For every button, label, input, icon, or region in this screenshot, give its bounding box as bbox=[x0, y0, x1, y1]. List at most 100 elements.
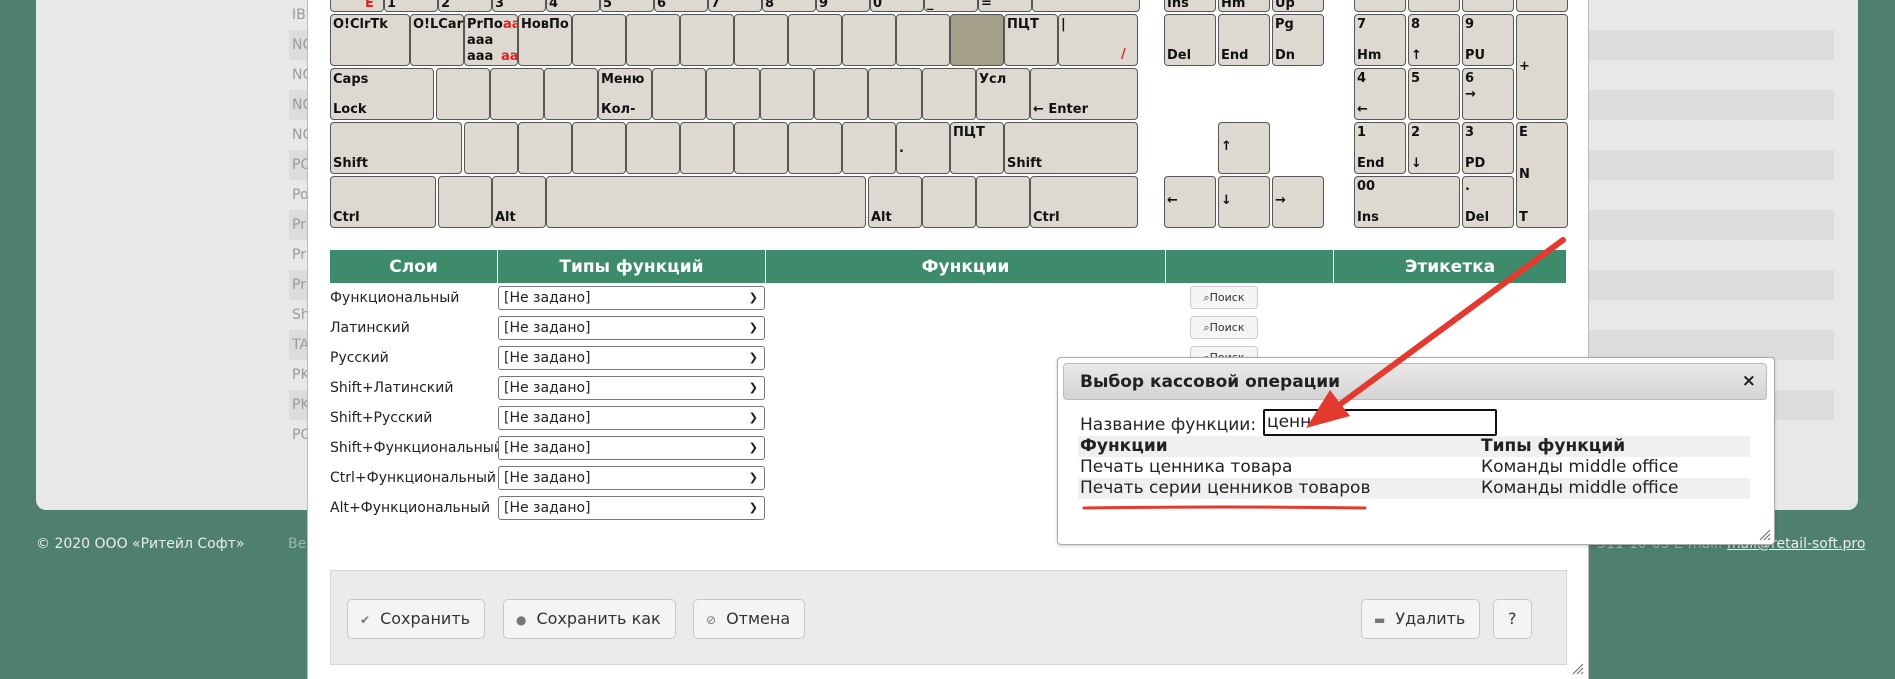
key-num-enter[interactable]: E N T bbox=[1516, 122, 1568, 228]
key-num2[interactable]: 2 ↓ bbox=[1408, 122, 1460, 174]
key-pct[interactable]: ПЦТ bbox=[1004, 14, 1058, 66]
save-button[interactable]: ✔ Сохранить bbox=[347, 599, 486, 639]
key-alt-left[interactable]: Alt bbox=[492, 176, 546, 228]
key[interactable]: 0 bbox=[870, 0, 924, 12]
key-num4[interactable]: 4 ← bbox=[1354, 68, 1406, 120]
key-backslash[interactable]: | / bbox=[1058, 14, 1138, 66]
key[interactable] bbox=[680, 122, 734, 174]
key[interactable] bbox=[572, 14, 626, 66]
function-type-select[interactable]: [Не задано] ❯ bbox=[498, 496, 765, 520]
help-button[interactable]: ? bbox=[1493, 599, 1532, 639]
key[interactable] bbox=[868, 68, 922, 120]
key[interactable] bbox=[572, 122, 626, 174]
key-ins[interactable]: Ins bbox=[1164, 0, 1216, 12]
key[interactable]: = bbox=[978, 0, 1032, 12]
key[interactable] bbox=[464, 122, 518, 174]
key[interactable] bbox=[1516, 0, 1568, 12]
key[interactable] bbox=[760, 68, 814, 120]
save-as-button[interactable]: ● Сохранить как bbox=[503, 599, 676, 639]
key-lcar[interactable]: O!LCar bbox=[410, 14, 464, 66]
key[interactable] bbox=[976, 176, 1030, 228]
key-pgup[interactable]: Up bbox=[1272, 0, 1324, 12]
key-selected[interactable] bbox=[950, 14, 1004, 66]
cancel-button[interactable]: ⊘ Отмена bbox=[693, 599, 806, 639]
key-arrow-down[interactable]: ↓ bbox=[1218, 176, 1270, 228]
key-arrow-up[interactable]: ↑ bbox=[1218, 122, 1270, 174]
key[interactable] bbox=[652, 68, 706, 120]
key[interactable] bbox=[626, 122, 680, 174]
key-ctrl-left[interactable]: Ctrl bbox=[330, 176, 436, 228]
key[interactable]: 8 bbox=[762, 0, 816, 12]
key-ctrl-right[interactable]: Ctrl bbox=[1030, 176, 1138, 228]
key[interactable]: 5 bbox=[600, 0, 654, 12]
close-icon[interactable]: × bbox=[1742, 371, 1756, 391]
key[interactable]: 3 bbox=[492, 0, 546, 12]
key[interactable] bbox=[1462, 0, 1514, 12]
key[interactable] bbox=[626, 14, 680, 66]
key-period[interactable]: . bbox=[896, 122, 950, 174]
key-num3[interactable]: 3 PD bbox=[1462, 122, 1514, 174]
key-shift-left[interactable]: Shift bbox=[330, 122, 462, 174]
key[interactable] bbox=[814, 68, 868, 120]
key-arrow-right[interactable]: → bbox=[1272, 176, 1324, 228]
key-num8[interactable]: 8 ↑ bbox=[1408, 14, 1460, 66]
key[interactable] bbox=[788, 14, 842, 66]
key[interactable] bbox=[734, 14, 788, 66]
key[interactable] bbox=[922, 68, 976, 120]
key-num5[interactable]: 5 bbox=[1408, 68, 1460, 120]
function-type-select[interactable]: [Не задано] ❯ bbox=[498, 376, 765, 400]
key-pgdn[interactable]: Pg Dn bbox=[1272, 14, 1324, 66]
key[interactable] bbox=[438, 176, 492, 228]
key-num6[interactable]: 6 → bbox=[1462, 68, 1514, 120]
key[interactable]: 2 bbox=[438, 0, 492, 12]
key-enter[interactable]: ← Enter bbox=[1030, 68, 1138, 120]
key[interactable]: 7 bbox=[708, 0, 762, 12]
function-type-select[interactable]: [Не задано] ❯ bbox=[498, 286, 765, 310]
key[interactable] bbox=[734, 122, 788, 174]
key[interactable] bbox=[896, 14, 950, 66]
search-button[interactable]: ⌕Поиск bbox=[1190, 286, 1258, 309]
key-arrow-left[interactable]: ← bbox=[1164, 176, 1216, 228]
key-space[interactable] bbox=[546, 176, 866, 228]
key[interactable] bbox=[490, 68, 544, 120]
function-type-select[interactable]: [Не задано] ❯ bbox=[498, 346, 765, 370]
table-row[interactable]: Печать ценника товара Команды middle off… bbox=[1078, 457, 1750, 478]
key-del[interactable]: Del bbox=[1164, 14, 1216, 66]
key[interactable] bbox=[680, 14, 734, 66]
function-name-input[interactable]: ценн bbox=[1263, 409, 1497, 436]
key-novpo[interactable]: НовПо bbox=[518, 14, 572, 66]
function-type-select[interactable]: [Не задано] ❯ bbox=[498, 406, 765, 430]
resize-handle-icon[interactable] bbox=[1759, 529, 1771, 541]
key-num9[interactable]: 9 PU bbox=[1462, 14, 1514, 66]
key[interactable] bbox=[842, 122, 896, 174]
key[interactable] bbox=[706, 68, 760, 120]
key[interactable]: 6 bbox=[654, 0, 708, 12]
key[interactable] bbox=[1032, 0, 1140, 12]
key[interactable] bbox=[842, 14, 896, 66]
key[interactable] bbox=[1408, 0, 1460, 12]
key[interactable] bbox=[544, 68, 598, 120]
key[interactable] bbox=[518, 122, 572, 174]
key[interactable]: 1 bbox=[384, 0, 438, 12]
key-num-dot[interactable]: . Del bbox=[1462, 176, 1514, 228]
delete-button[interactable]: ▬ Удалить bbox=[1361, 599, 1481, 639]
key-end[interactable]: End bbox=[1218, 14, 1270, 66]
key[interactable] bbox=[788, 122, 842, 174]
key[interactable] bbox=[922, 176, 976, 228]
key-num1[interactable]: 1 End bbox=[1354, 122, 1406, 174]
key-prpo[interactable]: PrПо аа aaa aaa aa bbox=[464, 14, 521, 66]
key[interactable]: 4 bbox=[546, 0, 600, 12]
table-row[interactable]: Печать серии ценников товаров Команды mi… bbox=[1078, 478, 1750, 499]
key-usl[interactable]: Усл bbox=[976, 68, 1030, 120]
key-num-plus[interactable]: + bbox=[1516, 14, 1568, 120]
key[interactable]: 9 bbox=[816, 0, 870, 12]
function-type-select[interactable]: [Не задано] ❯ bbox=[498, 436, 765, 460]
key[interactable]: E bbox=[330, 0, 384, 12]
key-clrtk[interactable]: O!ClrTk bbox=[330, 14, 410, 66]
key-menu[interactable]: Меню Кол- bbox=[598, 68, 652, 120]
key[interactable]: _ bbox=[924, 0, 978, 12]
key[interactable] bbox=[1354, 0, 1406, 12]
key-num0[interactable]: 00 Ins bbox=[1354, 176, 1460, 228]
function-type-select[interactable]: [Не задано] ❯ bbox=[498, 316, 765, 340]
function-type-select[interactable]: [Не задано] ❯ bbox=[498, 466, 765, 490]
